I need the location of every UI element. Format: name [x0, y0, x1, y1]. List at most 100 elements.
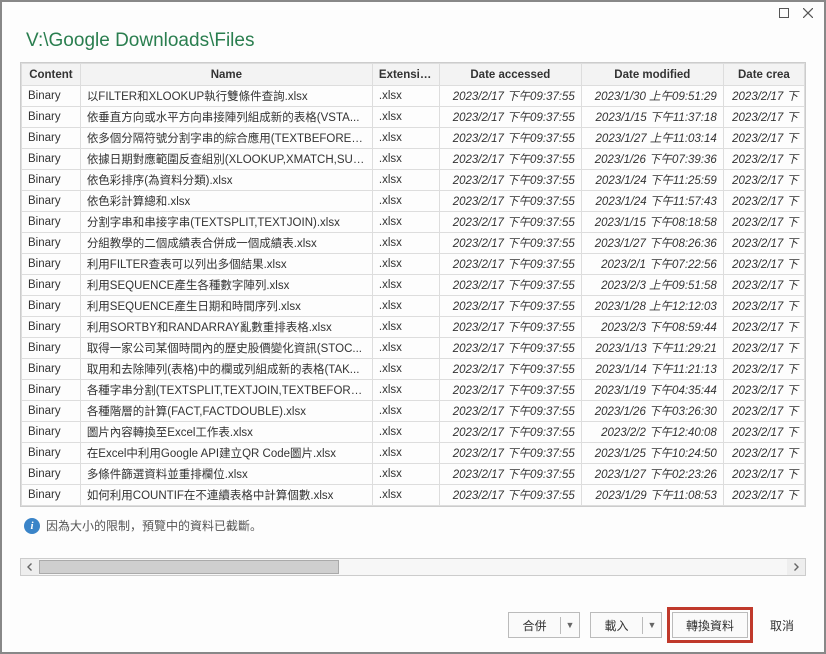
cell-date-accessed: 2023/2/17 下午09:37:55	[439, 107, 581, 128]
cell-content: Binary	[22, 401, 81, 422]
dialog-window: V:\Google Downloads\Files Content Name E…	[0, 0, 826, 654]
cell-date-modified: 2023/1/24 下午11:57:43	[581, 191, 723, 212]
table-row[interactable]: Binary取得一家公司某個時間內的歷史股價變化資訊(STOC....xlsx2…	[22, 338, 805, 359]
cell-date-accessed: 2023/2/17 下午09:37:55	[439, 401, 581, 422]
cell-content: Binary	[22, 233, 81, 254]
cell-content: Binary	[22, 317, 81, 338]
cell-date-modified: 2023/2/3 下午08:59:44	[581, 317, 723, 338]
col-extension[interactable]: Extension	[372, 64, 439, 86]
cell-date-modified: 2023/1/29 下午11:08:53	[581, 485, 723, 506]
cell-extension: .xlsx	[372, 422, 439, 443]
cell-name: 利用SEQUENCE產生各種數字陣列.xlsx	[80, 275, 372, 296]
cell-date-accessed: 2023/2/17 下午09:37:55	[439, 191, 581, 212]
table-row[interactable]: Binary如何利用COUNTIF在不連續表格中計算個數.xlsx.xlsx20…	[22, 485, 805, 506]
cell-content: Binary	[22, 422, 81, 443]
col-date-created[interactable]: Date crea	[723, 64, 804, 86]
cell-extension: .xlsx	[372, 107, 439, 128]
cell-name: 各種字串分割(TEXTSPLIT,TEXTJOIN,TEXTBEFORE,TEX…	[80, 380, 372, 401]
cell-date-accessed: 2023/2/17 下午09:37:55	[439, 296, 581, 317]
info-icon: i	[24, 518, 40, 534]
cell-content: Binary	[22, 191, 81, 212]
col-content[interactable]: Content	[22, 64, 81, 86]
cell-date-modified: 2023/1/15 下午08:18:58	[581, 212, 723, 233]
cell-extension: .xlsx	[372, 86, 439, 107]
table-row[interactable]: Binary各種字串分割(TEXTSPLIT,TEXTJOIN,TEXTBEFO…	[22, 380, 805, 401]
table-row[interactable]: Binary分組教學的二個成績表合併成一個成績表.xlsx.xlsx2023/2…	[22, 233, 805, 254]
table-header-row: Content Name Extension Date accessed Dat…	[22, 64, 805, 86]
cell-extension: .xlsx	[372, 296, 439, 317]
table-row[interactable]: Binary依色彩排序(為資料分類).xlsx.xlsx2023/2/17 下午…	[22, 170, 805, 191]
cell-name: 依據日期對應範圍反查組別(XLOOKUP,XMATCH,SUM...	[80, 149, 372, 170]
cell-date-modified: 2023/1/14 下午11:21:13	[581, 359, 723, 380]
cell-name: 在Excel中利用Google API建立QR Code圖片.xlsx	[80, 443, 372, 464]
cell-extension: .xlsx	[372, 359, 439, 380]
table-row[interactable]: Binary分割字串和串接字串(TEXTSPLIT,TEXTJOIN).xlsx…	[22, 212, 805, 233]
content-area: Content Name Extension Date accessed Dat…	[2, 62, 824, 598]
close-icon[interactable]	[796, 4, 820, 22]
cell-date-accessed: 2023/2/17 下午09:37:55	[439, 170, 581, 191]
scroll-right-icon[interactable]	[787, 559, 805, 575]
transform-data-button[interactable]: 轉換資料	[672, 612, 748, 638]
cell-date-accessed: 2023/2/17 下午09:37:55	[439, 275, 581, 296]
table-row[interactable]: Binary以FILTER和XLOOKUP執行雙條件查詢.xlsx.xlsx20…	[22, 86, 805, 107]
table-row[interactable]: Binary依垂直方向或水平方向串接陣列組成新的表格(VSTA....xlsx2…	[22, 107, 805, 128]
scroll-thumb[interactable]	[39, 560, 339, 574]
table-row[interactable]: Binary利用SORTBY和RANDARRAY亂數重排表格.xlsx.xlsx…	[22, 317, 805, 338]
table-row[interactable]: Binary圖片內容轉換至Excel工作表.xlsx.xlsx2023/2/17…	[22, 422, 805, 443]
cell-date-modified: 2023/1/26 下午07:39:36	[581, 149, 723, 170]
cell-date-modified: 2023/2/3 上午09:51:58	[581, 275, 723, 296]
cell-extension: .xlsx	[372, 212, 439, 233]
transform-label: 轉換資料	[686, 617, 734, 634]
table-row[interactable]: Binary依多個分隔符號分割字串的綜合應用(TEXTBEFORE,T....x…	[22, 128, 805, 149]
info-message: i 因為大小的限制，預覽中的資料已截斷。	[20, 507, 806, 538]
cell-date-modified: 2023/1/25 下午10:24:50	[581, 443, 723, 464]
horizontal-scrollbar[interactable]	[20, 558, 806, 576]
info-text: 因為大小的限制，預覽中的資料已截斷。	[46, 517, 262, 534]
table-row[interactable]: Binary取用和去除陣列(表格)中的欄或列組成新的表格(TAK....xlsx…	[22, 359, 805, 380]
cell-date-accessed: 2023/2/17 下午09:37:55	[439, 317, 581, 338]
cell-date-modified: 2023/1/27 上午11:03:14	[581, 128, 723, 149]
cell-date-accessed: 2023/2/17 下午09:37:55	[439, 338, 581, 359]
cell-date-accessed: 2023/2/17 下午09:37:55	[439, 464, 581, 485]
load-button[interactable]: 載入 ▼	[590, 612, 662, 638]
combine-button[interactable]: 合併 ▼	[508, 612, 580, 638]
cell-extension: .xlsx	[372, 464, 439, 485]
cell-extension: .xlsx	[372, 485, 439, 506]
table-row[interactable]: Binary各種階層的計算(FACT,FACTDOUBLE).xlsx.xlsx…	[22, 401, 805, 422]
maximize-icon[interactable]	[772, 4, 796, 22]
cell-extension: .xlsx	[372, 443, 439, 464]
scroll-track[interactable]	[39, 559, 787, 575]
button-row: 合併 ▼ 載入 ▼ 轉換資料 取消	[2, 598, 824, 652]
table-row[interactable]: Binary依色彩計算總和.xlsx.xlsx2023/2/17 下午09:37…	[22, 191, 805, 212]
cell-extension: .xlsx	[372, 401, 439, 422]
table-row[interactable]: Binary利用FILTER查表可以列出多個結果.xlsx.xlsx2023/2…	[22, 254, 805, 275]
cell-name: 利用SEQUENCE產生日期和時間序列.xlsx	[80, 296, 372, 317]
load-label: 載入	[604, 617, 628, 634]
col-date-modified[interactable]: Date modified	[581, 64, 723, 86]
cell-date-created: 2023/2/17 下	[723, 401, 804, 422]
cell-content: Binary	[22, 128, 81, 149]
col-date-accessed[interactable]: Date accessed	[439, 64, 581, 86]
cell-date-created: 2023/2/17 下	[723, 107, 804, 128]
scroll-left-icon[interactable]	[21, 559, 39, 575]
file-table: Content Name Extension Date accessed Dat…	[20, 62, 806, 507]
cell-date-modified: 2023/1/27 下午08:26:36	[581, 233, 723, 254]
cell-date-accessed: 2023/2/17 下午09:37:55	[439, 380, 581, 401]
cell-name: 依垂直方向或水平方向串接陣列組成新的表格(VSTA...	[80, 107, 372, 128]
table-row[interactable]: Binary利用SEQUENCE產生各種數字陣列.xlsx.xlsx2023/2…	[22, 275, 805, 296]
cell-date-accessed: 2023/2/17 下午09:37:55	[439, 233, 581, 254]
table-row[interactable]: Binary依據日期對應範圍反查組別(XLOOKUP,XMATCH,SUM...…	[22, 149, 805, 170]
table-row[interactable]: Binary利用SEQUENCE產生日期和時間序列.xlsx.xlsx2023/…	[22, 296, 805, 317]
cell-date-created: 2023/2/17 下	[723, 275, 804, 296]
cell-name: 依色彩排序(為資料分類).xlsx	[80, 170, 372, 191]
chevron-down-icon[interactable]: ▼	[561, 620, 579, 630]
table-row[interactable]: Binary在Excel中利用Google API建立QR Code圖片.xls…	[22, 443, 805, 464]
table-row[interactable]: Binary多條件篩選資料並重排欄位.xlsx.xlsx2023/2/17 下午…	[22, 464, 805, 485]
cell-content: Binary	[22, 254, 81, 275]
col-name[interactable]: Name	[80, 64, 372, 86]
titlebar	[2, 2, 824, 26]
chevron-down-icon[interactable]: ▼	[643, 620, 661, 630]
cancel-button[interactable]: 取消	[758, 612, 806, 638]
cell-date-modified: 2023/1/15 下午11:37:18	[581, 107, 723, 128]
cell-content: Binary	[22, 296, 81, 317]
